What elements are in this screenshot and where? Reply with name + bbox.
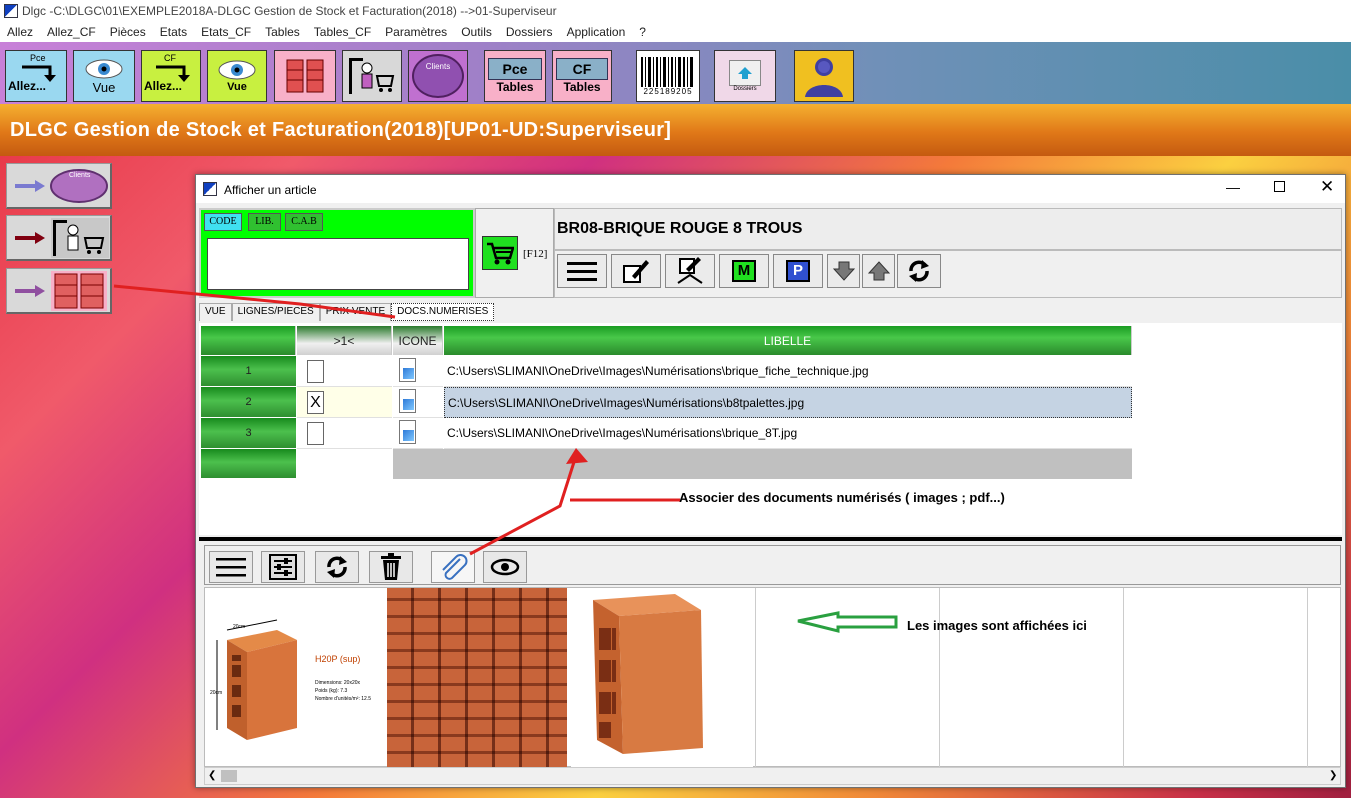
green-arrow-icon: [797, 611, 898, 633]
red-arrow-line: [469, 461, 576, 556]
red-connector-line: [113, 284, 396, 319]
red-arrow-head: [566, 448, 588, 464]
annotation-arrows: [113, 284, 898, 633]
